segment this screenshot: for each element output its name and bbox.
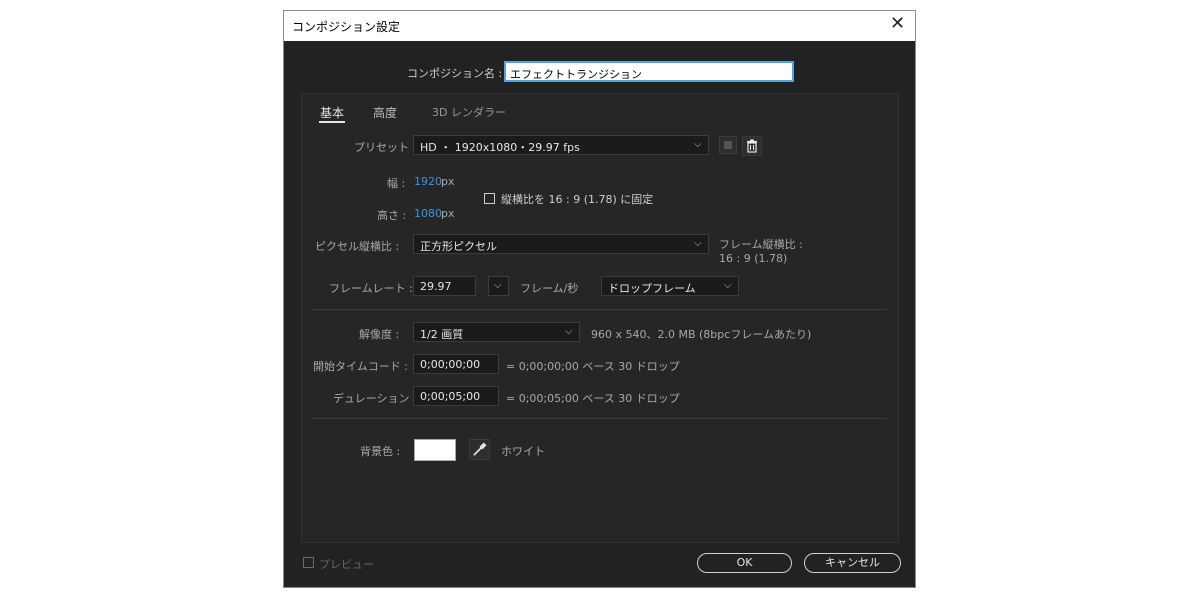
height-label: 高さ : <box>377 209 407 222</box>
resolution-info: 960 x 540、2.0 MB (8bpcフレームあたり) <box>591 328 812 341</box>
trash-icon <box>747 139 757 153</box>
preview-checkbox[interactable] <box>303 557 314 568</box>
resolution-value: 1/2 画質 <box>420 328 464 341</box>
comp-name-input[interactable]: エフェクトトランジション <box>504 61 794 82</box>
start-timecode-input[interactable]: 0;00;00;00 <box>413 354 499 374</box>
start-timecode-label: 開始タイムコード : <box>313 360 408 373</box>
cancel-button[interactable]: キャンセル <box>804 553 901 573</box>
drop-frame-dropdown[interactable]: ドロップフレーム ⌵ <box>601 276 739 296</box>
resolution-label: 解像度 : <box>359 328 400 341</box>
start-timecode-info: = 0;00;00;00 ベース 30 ドロップ <box>506 360 680 373</box>
frame-aspect-label: フレーム縦横比 : <box>719 238 803 251</box>
lock-aspect-checkbox[interactable] <box>484 193 495 204</box>
drop-frame-value: ドロップフレーム <box>608 282 696 295</box>
tab-3d-renderer[interactable]: 3D レンダラー <box>432 104 506 120</box>
height-unit: px <box>441 207 455 220</box>
settings-panel: 基本 高度 3D レンダラー プリセット : HD ・ 1920x1080・29… <box>301 93 899 543</box>
tab-basic[interactable]: 基本 <box>320 104 344 121</box>
eyedropper-icon <box>473 442 487 456</box>
height-value[interactable]: 1080 <box>414 207 442 220</box>
chevron-down-icon: ⌵ <box>694 238 702 249</box>
ok-button[interactable]: OK <box>697 553 792 573</box>
frame-rate-input[interactable]: 29.97 <box>413 276 476 296</box>
pixel-aspect-label: ピクセル縦横比 : <box>315 240 400 253</box>
width-value[interactable]: 1920 <box>414 175 442 188</box>
dialog-title: コンポジション設定 <box>292 20 401 34</box>
lock-aspect-label: 縦横比を 16 : 9 (1.78) に固定 <box>501 193 654 206</box>
background-color-name: ホワイト <box>501 445 545 458</box>
chevron-down-icon: ⌵ <box>565 326 573 337</box>
tab-active-underline <box>319 121 345 123</box>
resolution-dropdown[interactable]: 1/2 画質 ⌵ <box>413 322 580 342</box>
width-unit: px <box>441 175 455 188</box>
delete-preset-button[interactable] <box>742 136 762 156</box>
duration-info: = 0;00;05;00 ベース 30 ドロップ <box>506 392 680 405</box>
width-label: 幅 : <box>387 177 406 190</box>
save-preset-button[interactable] <box>719 136 737 154</box>
duration-value: 0;00;05;00 <box>420 390 481 403</box>
frame-rate-value: 29.97 <box>420 280 452 293</box>
comp-name-label: コンポジション名 : <box>407 67 503 80</box>
frame-aspect-value: 16 : 9 (1.78) <box>719 252 788 265</box>
close-icon[interactable]: ✕ <box>890 14 905 34</box>
duration-input[interactable]: 0;00;05;00 <box>413 386 499 406</box>
comp-name-value: エフェクトトランジション <box>510 68 642 81</box>
frame-rate-dropdown-button[interactable]: ⌵ <box>488 276 509 296</box>
composition-settings-dialog: コンポジション設定 ✕ コンポジション名 : エフェクトトランジション 基本 高… <box>283 10 916 588</box>
divider <box>312 309 887 310</box>
preset-value: HD ・ 1920x1080・29.97 fps <box>420 141 580 154</box>
pixel-aspect-dropdown[interactable]: 正方形ピクセル ⌵ <box>413 234 709 254</box>
frame-rate-label: フレームレート : <box>329 282 413 295</box>
save-preset-icon <box>724 141 732 149</box>
pixel-aspect-value: 正方形ピクセル <box>420 240 497 253</box>
preview-label: プレビュー <box>319 558 374 571</box>
divider <box>312 418 887 419</box>
chevron-down-icon: ⌵ <box>724 280 732 291</box>
background-color-swatch[interactable] <box>414 439 456 461</box>
title-bar: コンポジション設定 ✕ <box>284 11 915 41</box>
background-color-label: 背景色 : <box>360 445 401 458</box>
duration-label: デュレーション : <box>333 392 417 405</box>
preset-dropdown[interactable]: HD ・ 1920x1080・29.97 fps ⌵ <box>413 135 709 155</box>
preset-label: プリセット : <box>354 141 417 154</box>
chevron-down-icon: ⌵ <box>494 280 502 291</box>
eyedropper-button[interactable] <box>469 439 490 460</box>
chevron-down-icon: ⌵ <box>694 139 702 150</box>
tab-advanced[interactable]: 高度 <box>373 104 397 121</box>
start-timecode-value: 0;00;00;00 <box>420 358 481 371</box>
frame-rate-unit: フレーム/秒 <box>520 282 579 295</box>
